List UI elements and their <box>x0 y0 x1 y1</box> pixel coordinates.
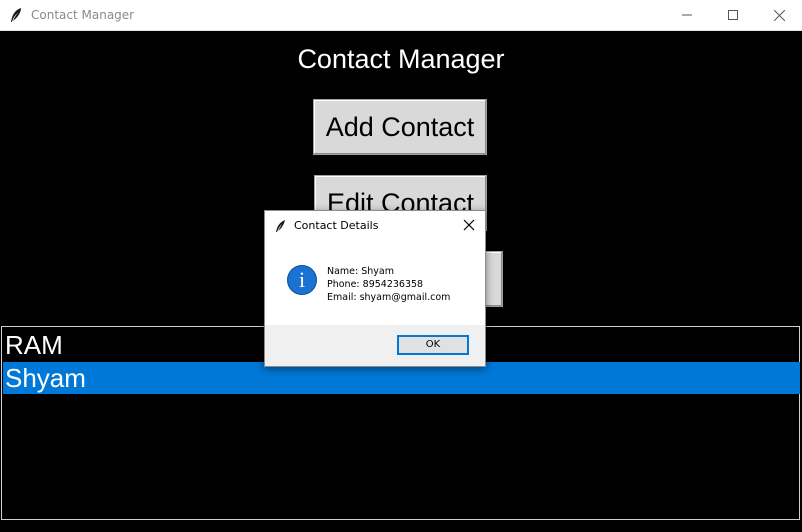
window-titlebar[interactable]: Contact Manager <box>0 0 802 31</box>
close-icon <box>773 9 785 21</box>
ok-button[interactable]: OK <box>397 335 469 355</box>
minimize-icon <box>682 10 692 20</box>
close-icon[interactable] <box>461 217 477 233</box>
bottom-strip <box>0 520 802 532</box>
info-icon: i <box>287 265 317 295</box>
contact-details-dialog[interactable]: Contact Details i Name: Shyam Phone: 895… <box>264 210 486 367</box>
feather-icon <box>275 218 286 232</box>
feather-icon <box>9 7 23 23</box>
window-title: Contact Manager <box>31 8 135 22</box>
maximize-button[interactable] <box>710 0 756 30</box>
close-button[interactable] <box>756 0 802 30</box>
message-line-phone: Phone: 8954236358 <box>327 279 424 290</box>
dialog-titlebar[interactable]: Contact Details <box>265 211 485 239</box>
message-line-email: Email: shyam@gmail.com <box>327 292 451 303</box>
dialog-message: Name: Shyam Phone: 8954236358 Email: shy… <box>327 265 450 304</box>
dialog-title: Contact Details <box>294 219 379 232</box>
message-line-name: Name: Shyam <box>327 266 394 277</box>
add-contact-button[interactable]: Add Contact <box>313 99 487 155</box>
maximize-icon <box>728 10 738 20</box>
dialog-footer: OK <box>265 325 485 366</box>
app-heading: Contact Manager <box>297 44 505 74</box>
minimize-button[interactable] <box>664 0 710 30</box>
